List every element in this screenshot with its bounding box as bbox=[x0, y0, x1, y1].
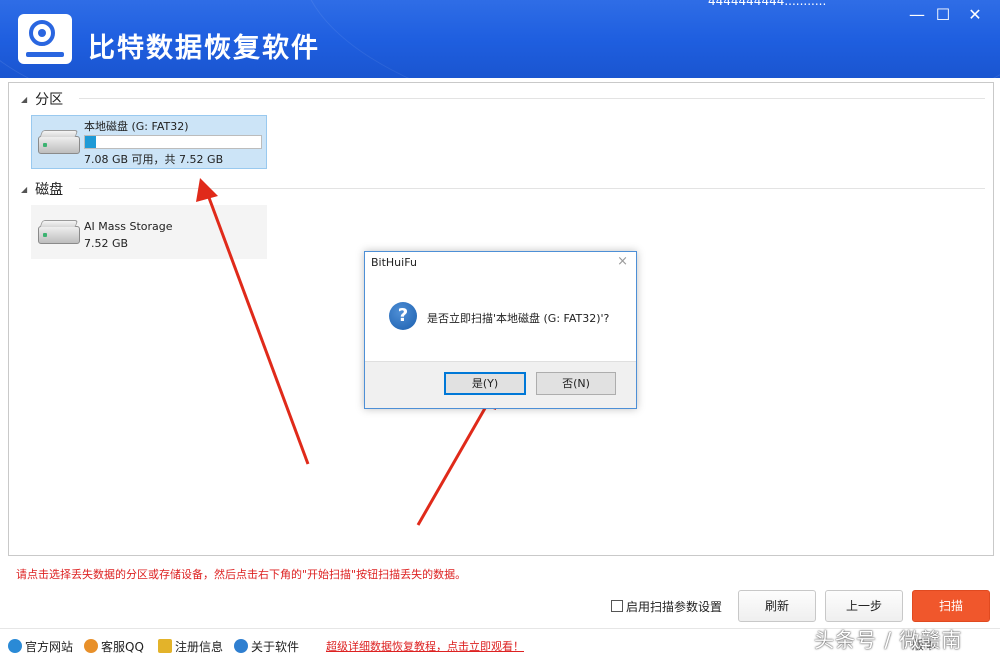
title-bar: 比特数据恢复软件 4444444444........... — ☐ ✕ bbox=[0, 0, 1000, 78]
header-decoration-2 bbox=[300, 0, 1000, 78]
close-window-button[interactable]: ✕ bbox=[962, 4, 988, 26]
dialog-close-icon[interactable]: × bbox=[617, 254, 628, 269]
hard-drive-icon bbox=[38, 136, 80, 154]
disk-group-label: 磁盘 bbox=[35, 182, 64, 198]
partition-group-label: 分区 bbox=[35, 92, 64, 108]
key-icon bbox=[158, 639, 172, 653]
drive-name: AI Mass Storage bbox=[84, 220, 173, 233]
app-title: 比特数据恢复软件 bbox=[88, 33, 320, 64]
group-divider bbox=[79, 98, 985, 99]
support-label: 客服QQ bbox=[101, 640, 144, 654]
support-qq-link[interactable]: 客服QQ bbox=[84, 638, 144, 655]
collapse-triangle-icon[interactable]: ◢ bbox=[21, 185, 27, 194]
refresh-button[interactable]: 刷新 bbox=[738, 590, 816, 622]
dialog-button-bar: 是(Y) 否(N) bbox=[365, 361, 636, 408]
checkbox-box[interactable] bbox=[611, 600, 623, 612]
question-icon: ? bbox=[389, 302, 417, 330]
about-label: 关于软件 bbox=[251, 640, 300, 654]
hard-drive-icon bbox=[38, 226, 80, 244]
drive-capacity: 7.08 GB 可用，共 7.52 GB bbox=[84, 153, 224, 166]
no-button[interactable]: 否(N) bbox=[536, 372, 616, 395]
scan-settings-checkbox[interactable]: 启用扫描参数设置 bbox=[611, 598, 722, 615]
watermark-text: 头条号 / 微赣南 bbox=[814, 628, 963, 652]
app-logo-icon bbox=[18, 14, 72, 64]
drive-capacity: 7.52 GB bbox=[84, 237, 129, 250]
info-icon bbox=[234, 639, 248, 653]
partition-group-header[interactable]: ◢ 分区 bbox=[21, 89, 63, 109]
register-label: 注册信息 bbox=[175, 640, 224, 654]
disk-group-header[interactable]: ◢ 磁盘 bbox=[21, 179, 63, 199]
maximize-button[interactable]: ☐ bbox=[930, 4, 956, 26]
partition-drive-g[interactable]: 本地磁盘 (G: FAT32) 7.08 GB 可用，共 7.52 GB bbox=[31, 115, 267, 169]
website-label: 官方网站 bbox=[25, 640, 74, 654]
tutorial-link[interactable]: 超级详细数据恢复教程，点击立即观看！ bbox=[326, 638, 524, 654]
back-button[interactable]: 上一步 bbox=[825, 590, 903, 622]
disk-drive-ai-mass-storage[interactable]: AI Mass Storage 7.52 GB bbox=[31, 205, 267, 259]
confirm-scan-dialog: BitHuiFu × ? 是否立即扫描'本地磁盘 (G: FAT32)'? 是(… bbox=[364, 251, 637, 409]
website-link[interactable]: 官方网站 bbox=[8, 638, 73, 655]
dialog-message: 是否立即扫描'本地磁盘 (G: FAT32)'? bbox=[427, 312, 610, 325]
drive-usage-bar bbox=[84, 135, 262, 149]
yes-button[interactable]: 是(Y) bbox=[444, 372, 526, 395]
drive-usage-fill bbox=[85, 136, 96, 148]
qq-icon bbox=[84, 639, 98, 653]
register-info-link[interactable]: 注册信息 bbox=[158, 638, 223, 655]
dialog-title: BitHuiFu bbox=[371, 256, 417, 269]
top-user-text: 4444444444........... bbox=[708, 0, 827, 8]
minimize-button[interactable]: — bbox=[904, 4, 930, 26]
scan-button[interactable]: 扫描 bbox=[912, 590, 990, 622]
about-link[interactable]: 关于软件 bbox=[234, 638, 299, 655]
collapse-triangle-icon[interactable]: ◢ bbox=[21, 95, 27, 104]
drive-name: 本地磁盘 (G: FAT32) bbox=[84, 120, 189, 133]
scan-settings-label: 启用扫描参数设置 bbox=[626, 600, 723, 614]
globe-icon bbox=[8, 639, 22, 653]
instruction-hint: 请点击选择丢失数据的分区或存储设备，然后点击右下角的"开始扫描"按钮扫描丢失的数… bbox=[16, 568, 467, 581]
group-divider bbox=[79, 188, 985, 189]
